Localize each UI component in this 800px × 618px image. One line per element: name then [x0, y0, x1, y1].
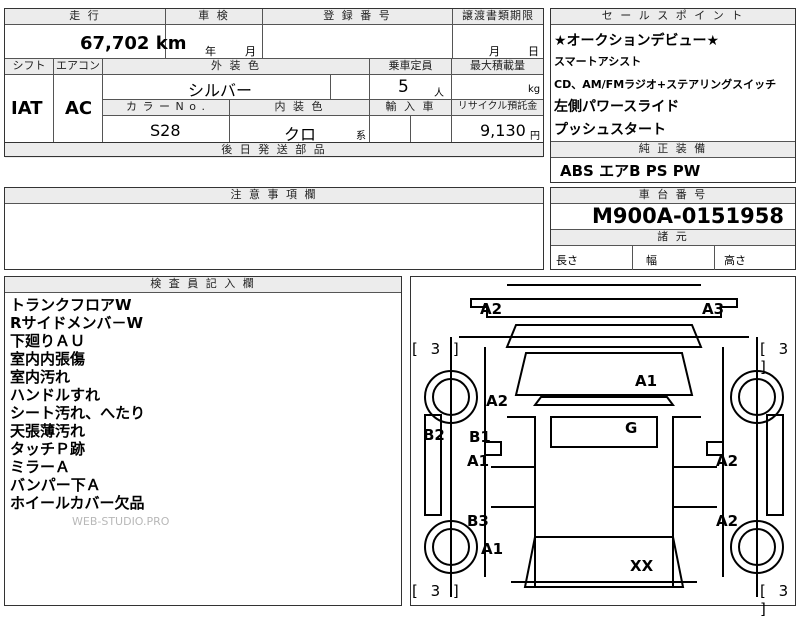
inspector-header: 検 査 員 記 入 欄	[5, 277, 401, 292]
transfer-day: 日	[528, 45, 539, 58]
shift-value: IAT	[11, 98, 43, 119]
length-label: 長さ	[556, 254, 578, 267]
front-right-bracket: [ 3 ]	[760, 582, 793, 618]
chassis-header: 車 台 番 号	[551, 188, 795, 203]
chassis-number: M900A-0151958	[592, 204, 784, 228]
recycle-unit: 円	[530, 131, 540, 142]
registration-header: 登 録 番 号	[263, 9, 452, 24]
damage-mark: A3	[702, 300, 725, 318]
sales-points-header: セ ー ル ス ポ イ ン ト	[551, 9, 795, 24]
sales-point-item: スマートアシスト	[554, 55, 642, 68]
color-no-value: S28	[150, 121, 181, 140]
sales-points-list: ★オークションデビュー★ スマートアシスト CD、AM/FMラジオ+ステアリング…	[550, 26, 796, 141]
exterior-value: シルバー	[188, 81, 253, 100]
rear-left-bracket: [ 3 ]	[412, 340, 463, 358]
sales-point-item: ★オークションデビュー★	[554, 33, 720, 49]
interior-header: 内 装 色	[230, 100, 369, 115]
damage-mark: G	[625, 419, 638, 437]
rear-right-bracket: [ 3 ]	[760, 340, 793, 376]
sales-point-item: 左側パワースライド	[554, 99, 680, 115]
damage-mark: XX	[630, 557, 654, 575]
caution-header: 注 意 事 項 欄	[5, 188, 543, 203]
capacity-header: 乗車定員	[370, 59, 451, 74]
dimensions-header: 諸 元	[551, 230, 795, 245]
interior-suffix: 系	[356, 131, 366, 142]
max-load-unit: kg	[528, 84, 541, 95]
equipment-value: ABS エアB PS PW	[560, 162, 701, 180]
import-header: 輸 入 車	[370, 100, 451, 115]
capacity-unit: 人	[434, 88, 444, 99]
width-label: 幅	[646, 254, 657, 267]
color-no-header: カ ラ ー N o .	[103, 100, 229, 115]
ac-header: エアコン	[54, 59, 102, 74]
damage-mark: A2	[716, 512, 739, 530]
height-label: 高さ	[724, 254, 746, 267]
recycle-value: 9,130	[480, 121, 526, 140]
front-left-bracket: [ 3 ]	[412, 582, 463, 600]
damage-mark: A1	[467, 452, 490, 470]
mileage-value: 67,702 km	[80, 33, 187, 54]
inspection-year: 年	[205, 45, 216, 58]
equipment-header: 純 正 装 備	[551, 142, 795, 157]
ac-value: AC	[65, 98, 93, 119]
transfer-month: 月	[489, 45, 500, 58]
inspector-notes-list: トランクフロアW Rサイドメンバ－W 下廻りＡＵ 室内内張傷 室内汚れ ハンドル…	[4, 294, 402, 514]
inspection-month: 月	[245, 45, 256, 58]
damage-mark: A1	[635, 372, 658, 390]
capacity-value: 5	[398, 77, 409, 97]
inspection-header: 車 検	[166, 9, 262, 24]
sales-point-item: プッシュスタート	[554, 122, 666, 138]
watermark: WEB-STUDIO.PRO	[72, 515, 170, 528]
damage-mark: B1	[469, 428, 491, 446]
vehicle-info-form	[4, 8, 544, 143]
damage-mark: A2	[716, 452, 739, 470]
mileage-header: 走 行	[5, 9, 165, 24]
shift-header: シフト	[5, 59, 53, 74]
damage-mark: A2	[486, 392, 509, 410]
sales-point-item: CD、AM/FMラジオ+ステアリングスイッチ	[554, 78, 777, 91]
inspector-note: ホイールカバー欠品	[10, 494, 145, 512]
max-load-header: 最大積載量	[452, 59, 543, 74]
damage-mark: A1	[481, 540, 504, 558]
car-damage-diagram	[410, 276, 796, 606]
damage-mark: B3	[467, 512, 489, 530]
recycle-header: リサイクル預託金	[452, 100, 543, 115]
damage-mark: A2	[480, 300, 503, 318]
transfer-header: 譲渡書類期限	[453, 9, 543, 24]
damage-mark: B2	[423, 426, 445, 444]
exterior-header: 外 装 色	[103, 59, 369, 74]
